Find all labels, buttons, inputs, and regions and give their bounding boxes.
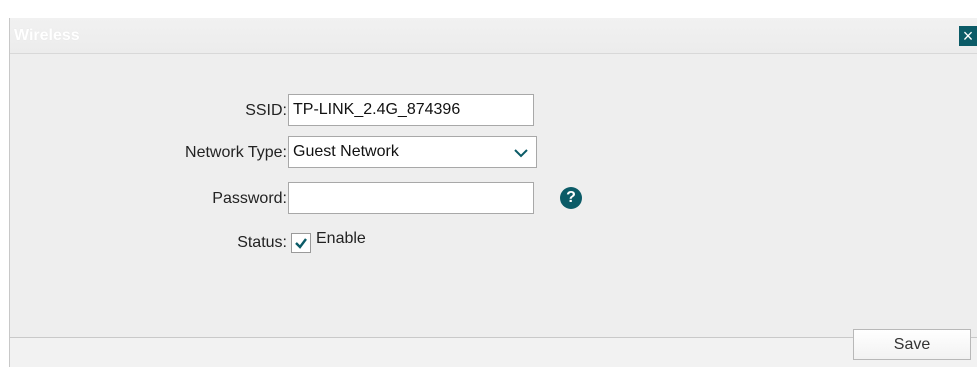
ssid-row: SSID: [10,94,977,126]
checkmark-icon [295,238,307,249]
dialog-title: Wireless [14,27,80,44]
network-type-value: Guest Network [293,143,399,160]
password-input[interactable] [288,182,534,214]
password-label: Password: [212,190,287,207]
wireless-dialog: Wireless × SSID: Network Type: Guest Net… [9,18,977,367]
network-type-row: Network Type: Guest Network [10,136,977,168]
status-label: Status: [237,234,287,251]
enable-checkbox[interactable] [291,233,311,253]
network-type-label: Network Type: [185,144,287,161]
status-row: Status: Enable [10,226,977,256]
save-button[interactable]: Save [853,329,971,360]
close-button[interactable]: × [959,26,977,46]
enable-label: Enable [316,230,366,247]
ssid-input[interactable] [288,94,534,126]
dialog-titlebar: Wireless × [10,18,977,54]
close-icon: × [962,26,974,46]
help-icon[interactable]: ? [560,187,582,209]
password-row: Password: ? [10,182,977,214]
dialog-content: SSID: Network Type: Guest Network Passwo… [10,54,977,338]
chevron-down-icon [514,149,528,158]
network-type-select[interactable]: Guest Network [288,136,508,168]
ssid-label: SSID: [245,102,287,119]
network-type-dropdown-button[interactable] [507,136,537,168]
